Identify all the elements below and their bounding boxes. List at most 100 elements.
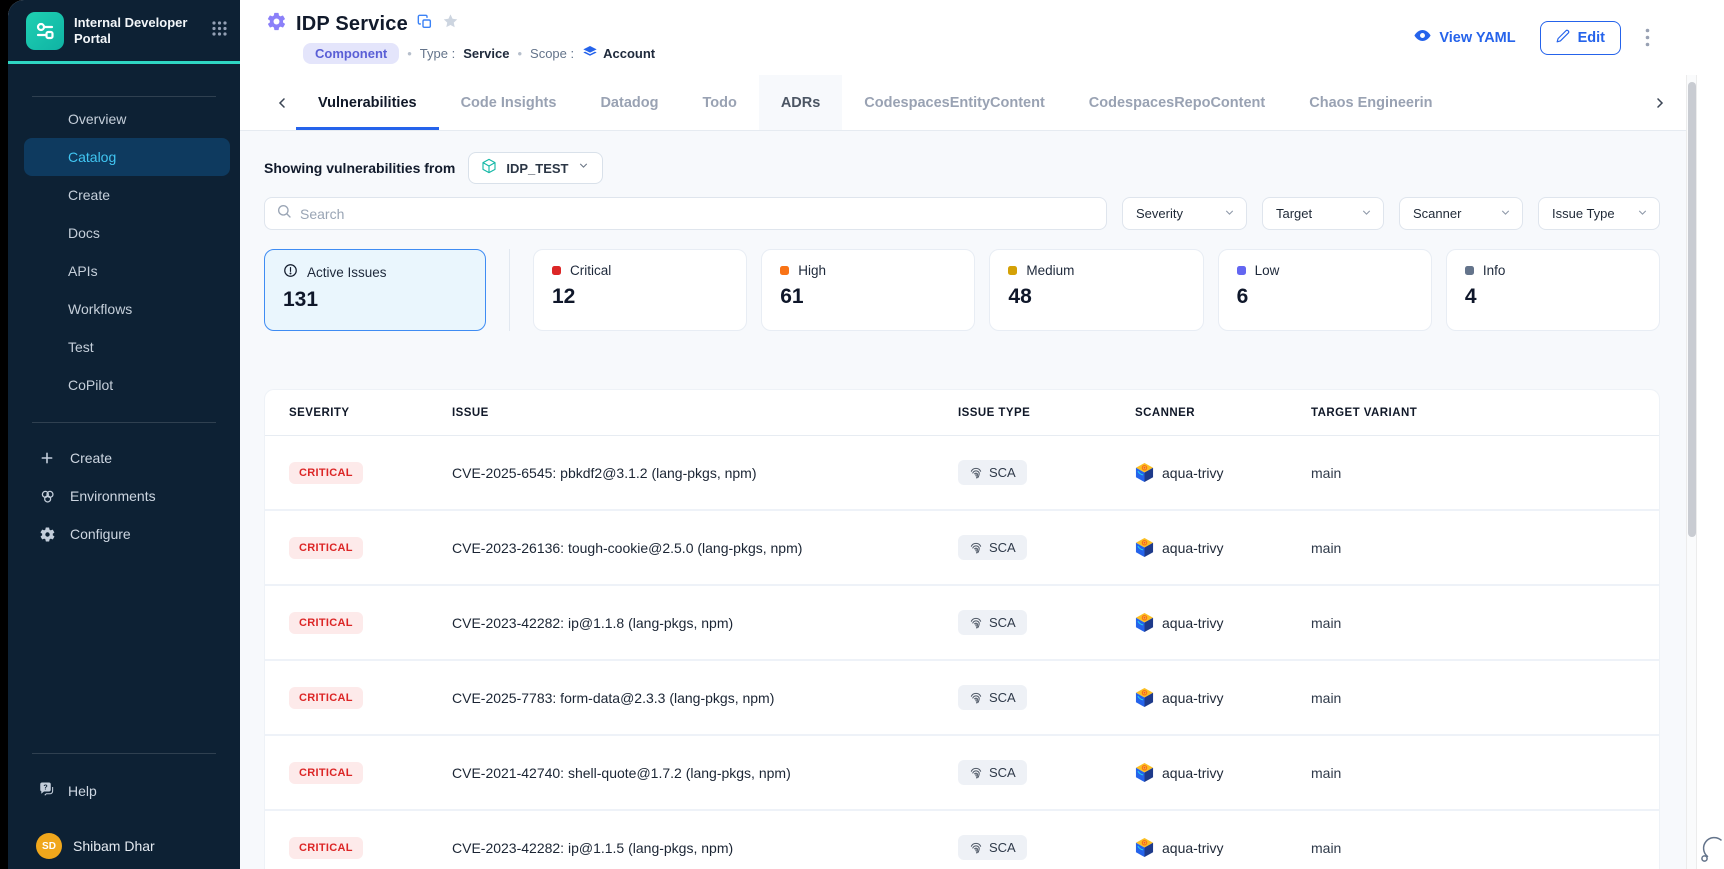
card-label: Critical: [570, 263, 611, 278]
tabs-scroll-right-icon[interactable]: [1646, 75, 1674, 130]
scanner-cell: aqua-trivy: [1135, 462, 1311, 483]
page-title: IDP Service: [296, 13, 408, 36]
card-label: Medium: [1026, 263, 1074, 278]
high-card[interactable]: High 61: [761, 249, 975, 331]
low-card[interactable]: Low 6: [1218, 249, 1432, 331]
chevron-down-icon: [577, 159, 590, 177]
issue-type-filter[interactable]: Issue Type: [1538, 197, 1660, 230]
info-card[interactable]: Info 4: [1446, 249, 1660, 331]
target-filter[interactable]: Target: [1262, 197, 1384, 230]
scrollbar-thumb[interactable]: [1688, 82, 1696, 537]
sidebar-item-create[interactable]: Create: [8, 176, 240, 214]
critical-card[interactable]: Critical 12: [533, 249, 747, 331]
sidebar-item-overview[interactable]: Overview: [8, 100, 240, 138]
component-gear-icon: [266, 11, 287, 37]
severity-badge: CRITICAL: [289, 462, 363, 484]
severity-badge: CRITICAL: [289, 612, 363, 634]
scanner-name: aqua-trivy: [1162, 465, 1223, 481]
tab-code-insights[interactable]: Code Insights: [439, 75, 579, 130]
edit-button[interactable]: Edit: [1540, 21, 1621, 55]
issue-type-badge: SCA: [958, 460, 1027, 485]
target-variant: main: [1311, 840, 1659, 856]
tab-chaos-engineering[interactable]: Chaos Engineerin: [1287, 75, 1454, 130]
scope-label: Scope :: [530, 46, 574, 61]
sidebar-item-test[interactable]: Test: [8, 328, 240, 366]
separator-dot: •: [517, 46, 522, 61]
tab-datadog[interactable]: Datadog: [578, 75, 680, 130]
view-yaml-link[interactable]: View YAML: [1413, 26, 1515, 49]
column-issue-type: ISSUE TYPE: [958, 407, 1135, 419]
vulnerabilities-table: SEVERITY ISSUE ISSUE TYPE SCANNER TARGET…: [264, 389, 1660, 869]
severity-badge: CRITICAL: [289, 537, 363, 559]
project-selector[interactable]: IDP_TEST: [468, 152, 603, 184]
separator-dot: •: [407, 46, 412, 61]
severity-badge: CRITICAL: [289, 687, 363, 709]
target-variant: main: [1311, 540, 1659, 556]
scanner-filter[interactable]: Scanner: [1399, 197, 1523, 230]
column-scanner: SCANNER: [1135, 407, 1311, 419]
sidebar-action-create[interactable]: Create: [8, 439, 240, 477]
issue-text: CVE-2023-42282: ip@1.1.5 (lang-pkgs, npm…: [452, 840, 958, 856]
table-row[interactable]: CRITICAL CVE-2023-42282: ip@1.1.8 (lang-…: [265, 586, 1659, 661]
sidebar-item-copilot[interactable]: CoPilot: [8, 366, 240, 404]
target-variant: main: [1311, 690, 1659, 706]
chat-doodle-icon[interactable]: [1698, 835, 1723, 867]
issue-type-badge: SCA: [958, 760, 1027, 785]
issue-text: CVE-2025-7783: form-data@2.3.3 (lang-pkg…: [452, 690, 958, 706]
table-row[interactable]: CRITICAL CVE-2021-42740: shell-quote@1.7…: [265, 736, 1659, 811]
user-menu[interactable]: SD Shibam Dhar: [8, 823, 240, 869]
column-issue: ISSUE: [452, 407, 958, 419]
table-row[interactable]: CRITICAL CVE-2025-6545: pbkdf2@3.1.2 (la…: [265, 436, 1659, 511]
table-row[interactable]: CRITICAL CVE-2023-42282: ip@1.1.5 (lang-…: [265, 811, 1659, 869]
tab-bar: Vulnerabilities Code Insights Datadog To…: [240, 75, 1724, 131]
severity-filter[interactable]: Severity: [1122, 197, 1247, 230]
help-button[interactable]: ? Help: [8, 772, 240, 810]
sidebar-accent-bar: [8, 61, 240, 64]
action-label: Environments: [70, 488, 156, 504]
sidebar-item-docs[interactable]: Docs: [8, 214, 240, 252]
sidebar-divider: [32, 422, 216, 423]
chevron-down-icon: [1499, 206, 1512, 222]
sidebar-item-workflows[interactable]: Workflows: [8, 290, 240, 328]
tab-adrs[interactable]: ADRs: [759, 75, 842, 130]
issue-type-label: SCA: [989, 690, 1016, 705]
scanner-cell: aqua-trivy: [1135, 687, 1311, 708]
tab-codespaces-entity-content[interactable]: CodespacesEntityContent: [842, 75, 1066, 130]
scrollbar[interactable]: [1686, 75, 1697, 869]
svg-text:?: ?: [43, 783, 47, 791]
issue-type-badge: SCA: [958, 685, 1027, 710]
sca-fingerprint-icon: [969, 466, 983, 480]
issue-text: CVE-2023-42282: ip@1.1.8 (lang-pkgs, npm…: [452, 615, 958, 631]
sidebar-item-catalog[interactable]: Catalog: [24, 138, 230, 176]
copy-icon[interactable]: [417, 14, 433, 35]
sidebar-action-configure[interactable]: Configure: [8, 515, 240, 553]
tabs-scroll-left-icon[interactable]: [268, 75, 296, 130]
severity-dot: [1237, 266, 1246, 275]
severity-dot: [1008, 266, 1017, 275]
trivy-icon: [1135, 762, 1154, 783]
severity-dot: [552, 266, 561, 275]
sidebar-item-apis[interactable]: APIs: [8, 252, 240, 290]
filter-label: Issue Type: [1552, 206, 1615, 221]
active-issues-card[interactable]: Active Issues 131: [264, 249, 486, 331]
tab-todo[interactable]: Todo: [680, 75, 758, 130]
star-icon[interactable]: [442, 13, 459, 35]
apps-grid-icon[interactable]: [211, 20, 228, 42]
showing-vulnerabilities-label: Showing vulnerabilities from: [264, 160, 455, 176]
issue-type-label: SCA: [989, 765, 1016, 780]
portal-logo-icon: [26, 12, 64, 50]
search-input[interactable]: [300, 206, 1095, 222]
sidebar-action-environments[interactable]: Environments: [8, 477, 240, 515]
table-row[interactable]: CRITICAL CVE-2023-26136: tough-cookie@2.…: [265, 511, 1659, 586]
more-options-icon[interactable]: [1645, 28, 1650, 47]
pencil-icon: [1556, 29, 1570, 47]
medium-card[interactable]: Medium 48: [989, 249, 1203, 331]
severity-dot: [1465, 266, 1474, 275]
card-label: Info: [1483, 263, 1506, 278]
sidebar-header: Internal Developer Portal: [8, 0, 240, 52]
help-label: Help: [68, 783, 97, 799]
tab-vulnerabilities[interactable]: Vulnerabilities: [296, 75, 439, 130]
scanner-name: aqua-trivy: [1162, 540, 1223, 556]
table-row[interactable]: CRITICAL CVE-2025-7783: form-data@2.3.3 …: [265, 661, 1659, 736]
tab-codespaces-repo-content[interactable]: CodespacesRepoContent: [1067, 75, 1287, 130]
